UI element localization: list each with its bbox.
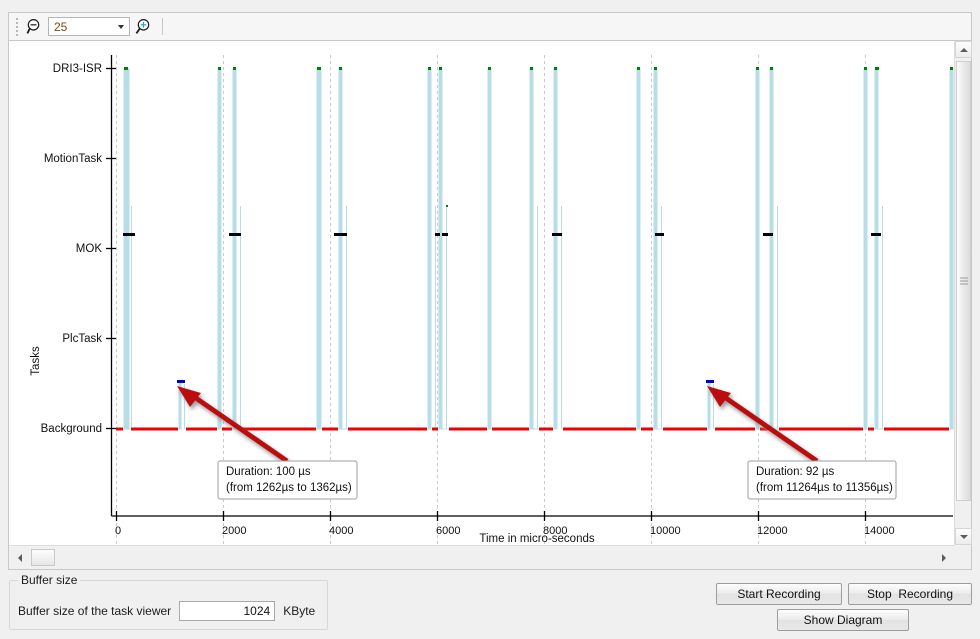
x-tick-label-6: 12000: [757, 525, 788, 537]
annotation-2-line1: Duration: 92 µs: [756, 466, 834, 478]
chart-toolbar: 25: [8, 12, 972, 40]
buffer-size-label: Buffer size of the task viewer: [18, 604, 172, 618]
vertical-scroll-thumb[interactable]: [956, 61, 971, 501]
annotation-2-line2: (from 11264µs to 11356µs): [756, 482, 893, 494]
toolbar-separator: [162, 18, 163, 35]
zoom-level-value: 25: [54, 19, 68, 34]
x-tick-label-1: 2000: [222, 525, 246, 537]
chart-horizontal-scrollbar[interactable]: [9, 545, 954, 569]
task-viewer-window: 25 DRI3-ISR MotionTask MOK PlcTask Backg…: [0, 0, 980, 639]
plctask-markers: [177, 380, 714, 383]
task-activity-traces: [123, 68, 954, 430]
y-tick-label-1: MotionTask: [44, 153, 102, 165]
scroll-down-button[interactable]: [955, 528, 972, 545]
x-tick-label-2: 4000: [329, 525, 353, 537]
y-tick-label-3: PlcTask: [62, 333, 102, 345]
annotation-1-arrow: [177, 386, 289, 464]
buffer-size-group: Buffer size Buffer size of the task view…: [9, 573, 328, 630]
dri3-isr-markers: [124, 67, 953, 207]
show-diagram-button[interactable]: Show Diagram: [777, 609, 909, 631]
stop-recording-button[interactable]: Stop Recording: [848, 583, 972, 605]
plot-area[interactable]: DRI3-ISR MotionTask MOK PlcTask Backgrou…: [9, 41, 954, 545]
x-tick-label-0: 0: [115, 525, 121, 537]
scroll-up-button[interactable]: [955, 41, 972, 58]
start-recording-button[interactable]: Start Recording: [716, 583, 842, 605]
zoom-out-icon[interactable]: [23, 15, 47, 39]
mok-markers: [123, 233, 881, 236]
y-tick-label-4: Background: [41, 423, 102, 435]
scroll-right-button[interactable]: [936, 550, 951, 565]
toolbar-grip[interactable]: [13, 17, 21, 36]
triangle-left-icon: [17, 553, 22, 562]
buffer-size-input[interactable]: [179, 601, 276, 621]
annotation-1-line1: Duration: 100 µs: [226, 466, 311, 478]
scroll-left-button[interactable]: [12, 550, 27, 565]
triangle-down-icon: [959, 534, 968, 539]
chart-vertical-scrollbar[interactable]: [954, 41, 972, 545]
buffer-size-unit: KByte: [283, 604, 316, 618]
annotation-1-line2: (from 1262µs to 1362µs): [226, 482, 352, 494]
y-axis-title: Tasks: [30, 346, 42, 376]
x-tick-label-3: 6000: [436, 525, 460, 537]
scrollbar-corner: [954, 545, 971, 569]
task-timeline-svg: DRI3-ISR MotionTask MOK PlcTask Backgrou…: [30, 55, 954, 545]
x-tick-label-7: 14000: [864, 525, 895, 537]
x-tick-label-5: 10000: [650, 525, 681, 537]
x-axis-title: Time in micro-seconds: [479, 533, 594, 545]
chart-panel: DRI3-ISR MotionTask MOK PlcTask Backgrou…: [8, 40, 972, 570]
annotation-2-box[interactable]: Duration: 92 µs (from 11264µs to 11356µs…: [747, 460, 897, 500]
chevron-down-icon[interactable]: [118, 24, 124, 29]
annotation-1-box[interactable]: Duration: 100 µs (from 1262µs to 1362µs): [217, 460, 358, 500]
y-tick-label-2: MOK: [76, 243, 103, 255]
y-tick-label-0: DRI3-ISR: [53, 63, 102, 75]
annotation-2-arrow: [707, 386, 819, 464]
scroll-thumb-gripper: [959, 277, 968, 285]
buffer-size-row: Buffer size of the task viewer KByte: [18, 601, 315, 621]
horizontal-scroll-thumb[interactable]: [31, 549, 55, 566]
triangle-up-icon: [959, 47, 968, 52]
zoom-level-combobox[interactable]: 25: [48, 17, 130, 36]
buffer-size-group-title: Buffer size: [18, 573, 81, 587]
triangle-right-icon: [941, 553, 946, 562]
zoom-in-icon[interactable]: [130, 15, 154, 39]
